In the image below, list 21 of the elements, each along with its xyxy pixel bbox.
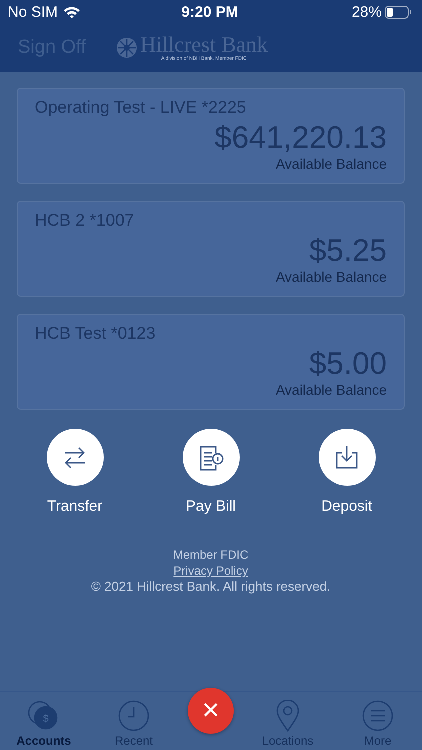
menu-icon [362,700,394,732]
action-label: Deposit [322,498,372,515]
battery-percent: 28% [352,4,382,20]
copyright-text: © 2021 Hillcrest Bank. All rights reserved. [91,579,331,595]
balance-label: Available Balance [276,269,387,285]
clock: 9:20 PM [182,4,238,20]
member-fdic-text: Member FDIC [173,547,249,563]
close-button[interactable]: × [188,688,234,734]
battery-icon [384,6,412,18]
clock-icon [118,700,150,732]
accounts-tab[interactable]: $ Accounts [8,700,80,748]
arrows-icon [62,444,88,470]
balance-label: Available Balance [276,156,387,172]
map-pin-icon [276,700,300,732]
logo-icon [116,37,138,59]
action-label: Pay Bill [186,498,236,515]
carrier: No SIM [8,4,58,20]
action-label: Transfer [47,498,103,515]
balance-label: Available Balance [276,382,387,398]
wifi-icon [63,6,82,18]
privacy-policy-link[interactable]: Privacy Policy [174,563,248,579]
